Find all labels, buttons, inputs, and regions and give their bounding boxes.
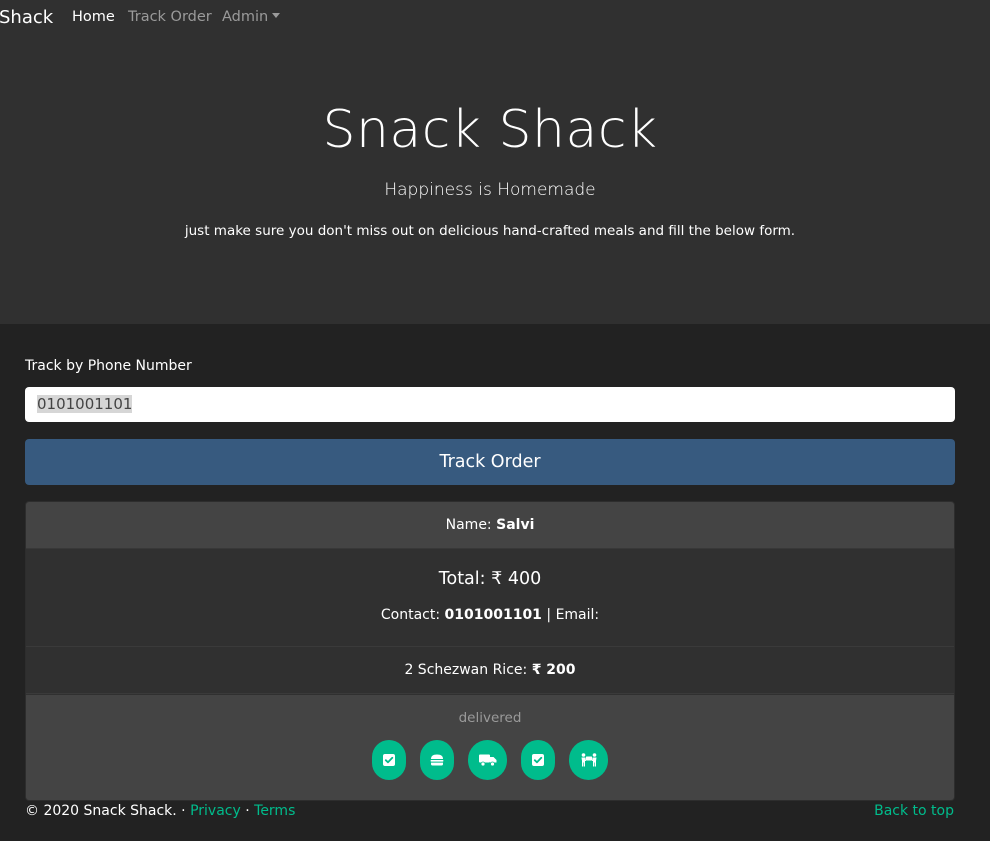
contact-label: Contact: bbox=[380, 607, 441, 623]
hero-banner: Snack Shack Happiness is Homemade just m… bbox=[0, 36, 990, 324]
name-label: Name: bbox=[445, 517, 492, 533]
nav-dropdown-admin[interactable]: Admin bbox=[222, 9, 281, 25]
order-total: Total: ₹ 400 bbox=[26, 569, 954, 589]
hero-title: Snack Shack bbox=[322, 100, 658, 160]
order-summary: Total: ₹ 400 Contact: 0101001101 | Email… bbox=[26, 549, 954, 647]
navbar: Shack Home Track Order Admin bbox=[0, 0, 990, 36]
caret-down-icon bbox=[272, 13, 281, 18]
nav-link-home[interactable]: Home bbox=[72, 9, 115, 25]
phone-field-label: Track by Phone Number bbox=[25, 358, 192, 374]
contact-row: Contact: 0101001101 | Email: bbox=[26, 607, 954, 623]
status-steps bbox=[26, 740, 954, 780]
item-label: 2 Schezwan Rice: bbox=[404, 662, 528, 678]
order-status-section: delivered bbox=[26, 695, 954, 800]
copyright-text: © 2020 Snack Shack. bbox=[25, 803, 177, 819]
hamburger-icon bbox=[420, 740, 454, 780]
check-square-icon bbox=[372, 740, 406, 780]
navbar-brand[interactable]: Shack bbox=[0, 7, 53, 28]
track-order-button[interactable]: Track Order bbox=[25, 439, 955, 485]
hero-subtitle: Happiness is Homemade bbox=[384, 180, 596, 200]
contact-separator: | bbox=[546, 607, 552, 623]
email-label: Email: bbox=[555, 607, 600, 623]
terms-link[interactable]: Terms bbox=[254, 803, 295, 819]
item-price: ₹ 200 bbox=[531, 662, 576, 678]
nav-link-track-order[interactable]: Track Order bbox=[128, 9, 212, 25]
total-value: ₹ 400 bbox=[491, 569, 542, 589]
phone-input[interactable]: 0101001101 bbox=[25, 387, 955, 422]
nav-admin-label: Admin bbox=[222, 9, 269, 25]
footer-dot: · bbox=[181, 803, 186, 819]
order-card: Name: Salvi Total: ₹ 400 Contact: 010100… bbox=[25, 501, 955, 801]
customer-name: Salvi bbox=[496, 517, 535, 533]
contact-value: 0101001101 bbox=[444, 607, 542, 623]
back-to-top-link[interactable]: Back to top bbox=[874, 803, 954, 819]
privacy-link[interactable]: Privacy bbox=[190, 803, 241, 819]
footer-dot: · bbox=[245, 803, 250, 819]
order-status-text: delivered bbox=[458, 710, 522, 726]
total-label: Total: bbox=[438, 569, 486, 589]
phone-input-value: 0101001101 bbox=[37, 395, 133, 413]
footer-copyright: © 2020 Snack Shack. · Privacy · Terms bbox=[25, 803, 295, 819]
hero-description: just make sure you don't miss out on del… bbox=[184, 223, 796, 239]
shipping-truck-icon bbox=[468, 740, 507, 780]
order-name-row: Name: Salvi bbox=[26, 502, 954, 549]
order-item-row: 2 Schezwan Rice: ₹ 200 bbox=[26, 647, 954, 694]
check-square-icon bbox=[521, 740, 555, 780]
people-carry-icon bbox=[569, 740, 608, 780]
